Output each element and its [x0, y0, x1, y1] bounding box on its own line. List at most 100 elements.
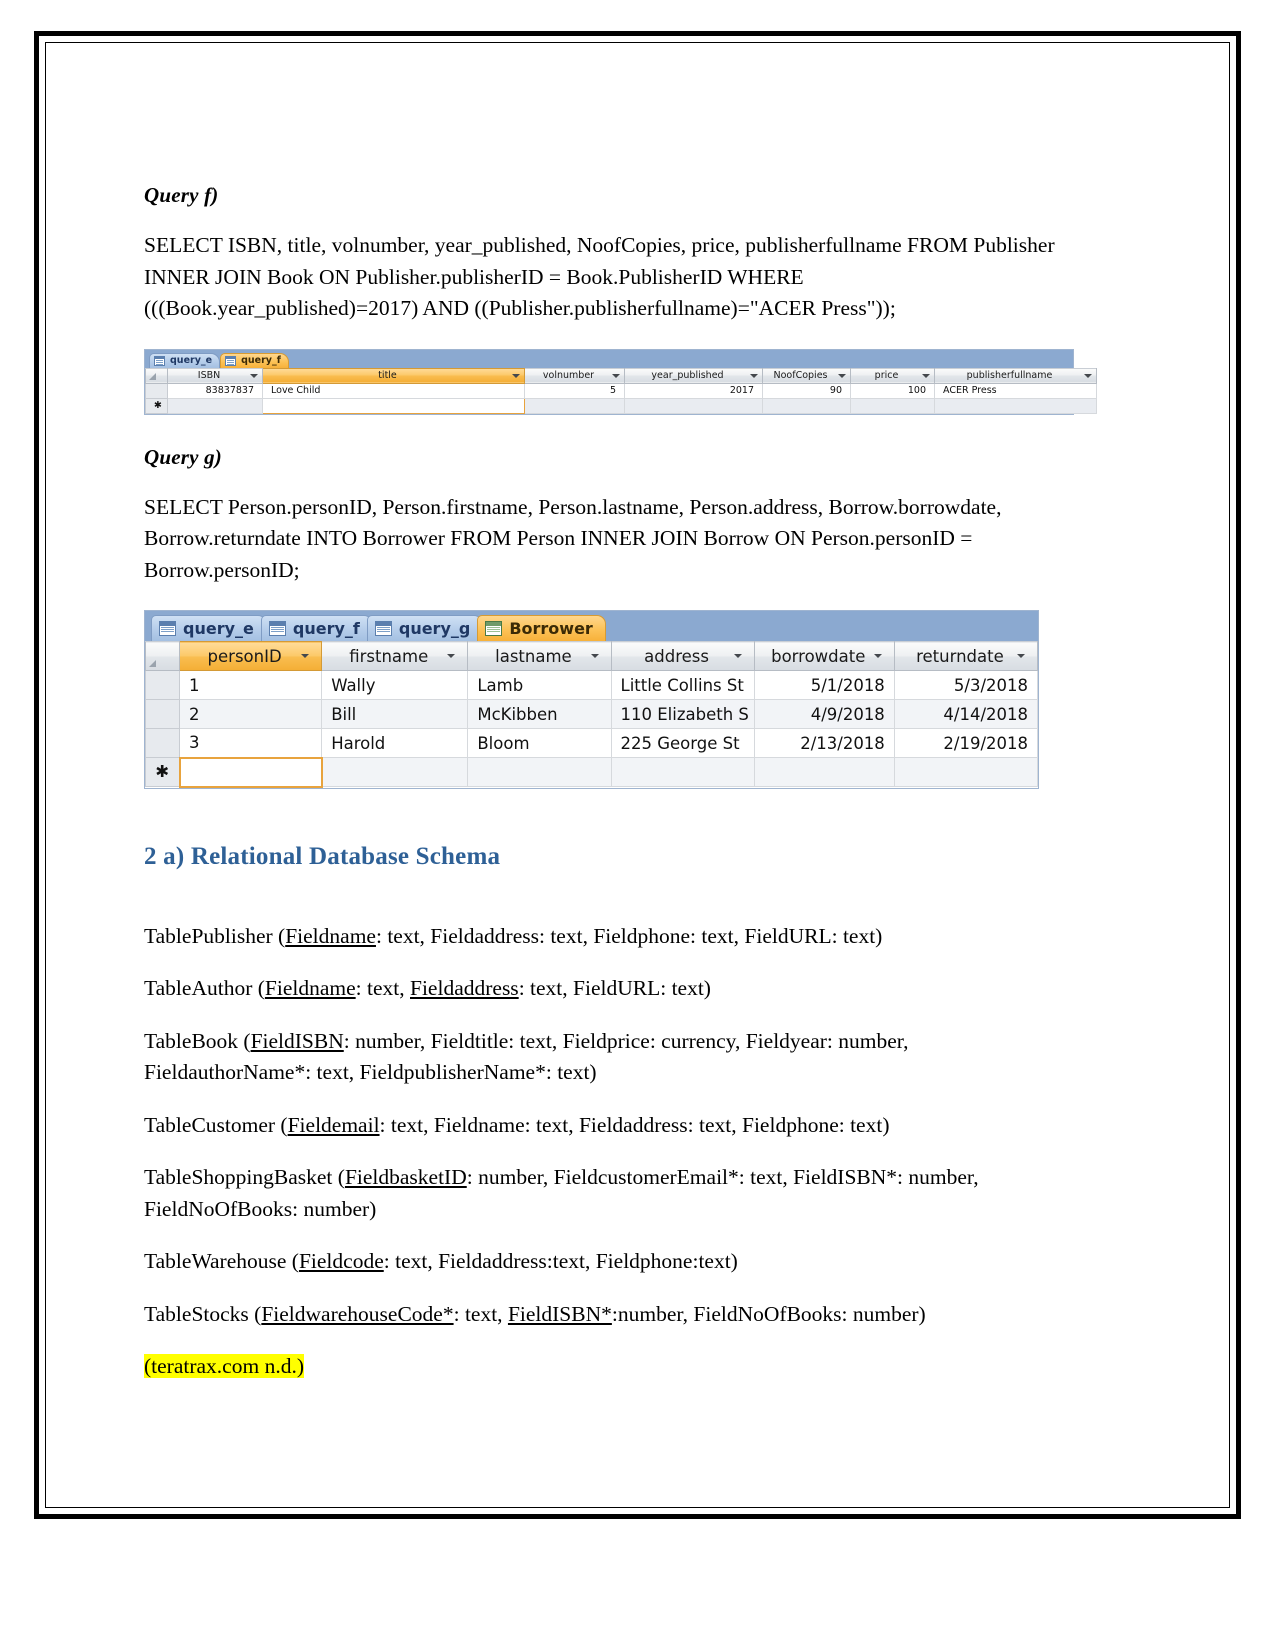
chevron-down-icon[interactable] [612, 373, 620, 378]
chevron-down-icon[interactable] [1084, 373, 1092, 378]
cell-address[interactable]: 225 George St [610, 728, 755, 758]
cell-year-published[interactable]: 2017 [624, 382, 763, 399]
new-record-cell-firstname[interactable] [321, 757, 469, 787]
column-header-address[interactable]: address [610, 641, 755, 671]
row-selector[interactable] [144, 670, 181, 700]
tab-query-f[interactable]: query_f [220, 352, 289, 368]
new-record-marker[interactable]: ✱ [145, 397, 168, 414]
primary-key: Fieldcode [298, 1249, 384, 1273]
cell-borrowdate[interactable]: 2/13/2018 [753, 728, 895, 758]
cell-title[interactable]: Love Child [262, 382, 525, 399]
column-header-price[interactable]: price [850, 367, 935, 384]
table-icon [485, 621, 503, 636]
chevron-down-icon[interactable] [750, 373, 758, 378]
new-record-cell-personid[interactable] [178, 756, 323, 788]
new-record-cell-price[interactable] [850, 397, 935, 414]
schema-text: TablePublisher ( [144, 923, 286, 948]
schema-text: : text, FieldURL: text) [518, 976, 711, 1000]
new-record-cell-isbn[interactable] [167, 397, 263, 414]
column-header-year-published[interactable]: year_published [624, 367, 763, 384]
cell-personid[interactable]: 2 [179, 699, 323, 729]
chevron-down-icon[interactable] [590, 654, 599, 658]
cell-personid[interactable]: 1 [179, 670, 323, 700]
tab-label: Borrower [509, 619, 593, 638]
tab-query-g[interactable]: query_g [366, 615, 484, 641]
chevron-down-icon[interactable] [838, 373, 846, 378]
cell-borrowdate[interactable]: 4/9/2018 [753, 699, 895, 729]
new-record-cell-returndate[interactable] [893, 757, 1039, 787]
cell-returndate[interactable]: 4/14/2018 [893, 699, 1039, 729]
column-header-label: personID [207, 646, 282, 666]
column-header-volnumber[interactable]: volnumber [524, 367, 625, 384]
schema-text: :number, FieldNoOfBooks: number) [611, 1301, 926, 1326]
cell-address[interactable]: Little Collins St [610, 670, 755, 700]
access-datasheet-borrower: query_e query_f query_g Borrower personI… [144, 610, 1039, 789]
column-header-isbn[interactable]: ISBN [167, 367, 263, 384]
column-header-label: title [378, 370, 397, 381]
new-record-cell-title[interactable] [262, 397, 525, 414]
column-header-noofcopies[interactable]: NoofCopies [762, 367, 851, 384]
new-record-cell-noofcopies[interactable] [762, 397, 851, 414]
column-header-publisherfullname[interactable]: publisherfullname [934, 367, 1097, 384]
cell-volnumber[interactable]: 5 [524, 382, 625, 399]
foreign-key: FieldwarehouseCode* [261, 1301, 454, 1326]
row-selector[interactable] [144, 699, 181, 729]
schema-text: : text, Fieldaddress: text, Fieldphone: … [375, 923, 883, 948]
table-row[interactable]: 3 Harold Bloom 225 George St 2/13/2018 2… [144, 728, 1039, 758]
row-selector[interactable] [144, 728, 181, 758]
cell-returndate[interactable]: 5/3/2018 [893, 670, 1039, 700]
new-record-cell-volnumber[interactable] [524, 397, 625, 414]
schema-text: TableAuthor ( [144, 976, 265, 1000]
cell-personid[interactable]: 3 [179, 728, 323, 758]
cell-firstname[interactable]: Harold [321, 728, 469, 758]
cell-lastname[interactable]: McKibben [467, 699, 612, 729]
table-row[interactable]: 2 Bill McKibben 110 Elizabeth S 4/9/2018… [144, 699, 1039, 729]
new-record-cell-lastname[interactable] [467, 757, 612, 787]
cell-address[interactable]: 110 Elizabeth S [610, 699, 755, 729]
chevron-down-icon[interactable] [922, 373, 930, 378]
cell-isbn[interactable]: 83837837 [167, 382, 263, 399]
chevron-down-icon[interactable] [250, 373, 258, 378]
column-header-lastname[interactable]: lastname [467, 641, 612, 671]
cell-borrowdate[interactable]: 5/1/2018 [753, 670, 895, 700]
tab-query-f[interactable]: query_f [260, 615, 373, 641]
column-header-title[interactable]: title [262, 367, 525, 384]
new-record-cell-publisherfullname[interactable] [934, 397, 1097, 414]
select-all-corner[interactable] [145, 367, 168, 384]
new-record-cell-borrowdate[interactable] [753, 757, 895, 787]
chevron-down-icon[interactable] [301, 654, 310, 658]
cell-lastname[interactable]: Bloom [467, 728, 612, 758]
column-header-borrowdate[interactable]: borrowdate [753, 641, 895, 671]
cell-lastname[interactable]: Lamb [467, 670, 612, 700]
new-record-row[interactable]: ✱ [144, 756, 1039, 788]
cell-publisherfullname[interactable]: ACER Press [934, 382, 1097, 399]
column-header-returndate[interactable]: returndate [893, 641, 1039, 671]
new-record-marker[interactable]: ✱ [144, 757, 181, 787]
tab-borrower[interactable]: Borrower [477, 615, 606, 641]
query-g-sql: SELECT Person.personID, Person.firstname… [144, 494, 1002, 582]
schema-text: : text, [355, 976, 410, 1000]
table-row[interactable]: 1 Wally Lamb Little Collins St 5/1/2018 … [144, 670, 1039, 700]
chevron-down-icon[interactable] [873, 654, 882, 658]
chevron-down-icon[interactable] [447, 654, 456, 658]
select-all-corner[interactable] [144, 641, 181, 671]
cell-returndate[interactable]: 2/19/2018 [893, 728, 1039, 758]
chevron-down-icon[interactable] [733, 654, 742, 658]
column-header-personid[interactable]: personID [179, 641, 323, 671]
row-selector[interactable] [145, 382, 168, 399]
cell-firstname[interactable]: Bill [321, 699, 469, 729]
schema-text: TableStocks ( [144, 1301, 262, 1326]
tab-query-e[interactable]: query_e [151, 615, 267, 641]
chevron-down-icon[interactable] [1017, 654, 1025, 658]
cell-firstname[interactable]: Wally [321, 670, 469, 700]
new-record-row[interactable]: ✱ [145, 397, 1097, 414]
tab-query-e[interactable]: query_e [149, 352, 221, 368]
cell-price[interactable]: 100 [850, 382, 935, 399]
cell-noofcopies[interactable]: 90 [762, 382, 851, 399]
access-tabbar-query-f: query_e query_f [145, 349, 1073, 368]
column-header-firstname[interactable]: firstname [321, 641, 469, 671]
new-record-cell-year-published[interactable] [624, 397, 763, 414]
chevron-down-icon[interactable] [512, 373, 520, 378]
new-record-cell-address[interactable] [610, 757, 755, 787]
table-row[interactable]: 83837837 Love Child 5 2017 90 100 ACER P… [145, 382, 1097, 399]
